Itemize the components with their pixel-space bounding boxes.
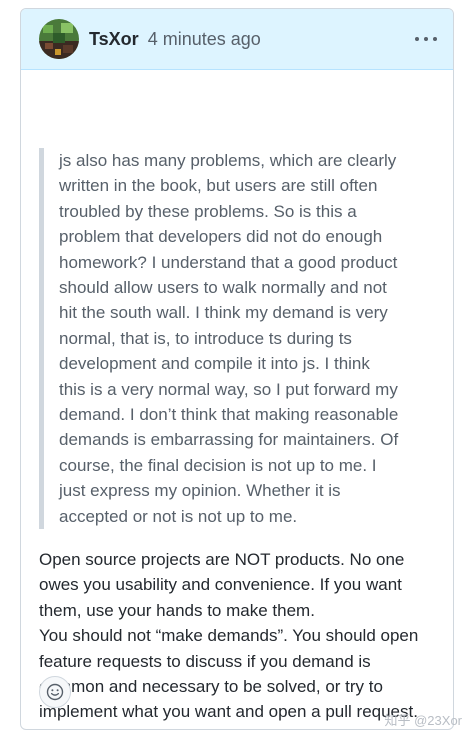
quote-line: written in the book, but users are still… [59,176,378,196]
kebab-dot [433,37,437,41]
avatar[interactable] [39,19,79,59]
quote-line: should allow users to walk normally and … [59,278,387,298]
comment-card: TsXor 4 minutes ago js also has many pro… [20,8,454,730]
author-name[interactable]: TsXor [89,29,139,49]
quote-line: demands is embarrassing for maintainers.… [59,430,399,450]
quote-line: js also has many problems, which are cle… [59,151,397,170]
quote-line: development and compile it into js. I th… [59,354,370,374]
quote-line: troubled by these problems. So is this a [59,201,357,221]
reply-line: owes you usability and convenience. If y… [39,575,402,595]
reply-line: them, use your hands to make them. [39,600,315,620]
quote-line: demand. I don’t think that making reason… [59,405,399,425]
reply-line: feature requests to discuss if you deman… [39,651,371,671]
kebab-horizontal-icon[interactable] [415,31,437,47]
reply-line: You should not “make demands”. You shoul… [39,626,419,646]
quote-line: hit the south wall. I think my demand is… [59,303,388,323]
quote-line: accepted or not is not up to me. [59,506,298,526]
quote-line: homework? I understand that a good produ… [59,252,398,272]
add-reaction-button[interactable] [39,676,71,708]
quote-line: normal, that is, to introduce ts during … [59,328,352,348]
quote-line: problem that developers did not do enoug… [59,227,383,247]
smiley-icon [46,683,64,701]
comment-header: TsXor 4 minutes ago [21,9,453,70]
quote-line: course, the final decision is not up to … [59,455,377,475]
kebab-dot [415,37,419,41]
comment-timestamp[interactable]: 4 minutes ago [148,29,261,49]
reply-line: common and necessary to be solved, or tr… [39,677,383,697]
reply-line: Open source projects are NOT products. N… [39,550,405,569]
reply-line: implement what you want and open a pull … [39,702,418,722]
blockquote: js also has many problems, which are cle… [39,148,439,530]
kebab-dot [424,37,428,41]
comment-meta: TsXor 4 minutes ago [89,28,261,50]
watermark: 知乎 @23Xor [384,713,463,728]
quote-line: just express my opinion. Whether it is [59,481,341,501]
reply-text: Open source projects are NOT products. N… [39,547,439,725]
quote-line: this is a very normal way, so I put forw… [59,379,398,399]
avatar-image [39,19,79,59]
